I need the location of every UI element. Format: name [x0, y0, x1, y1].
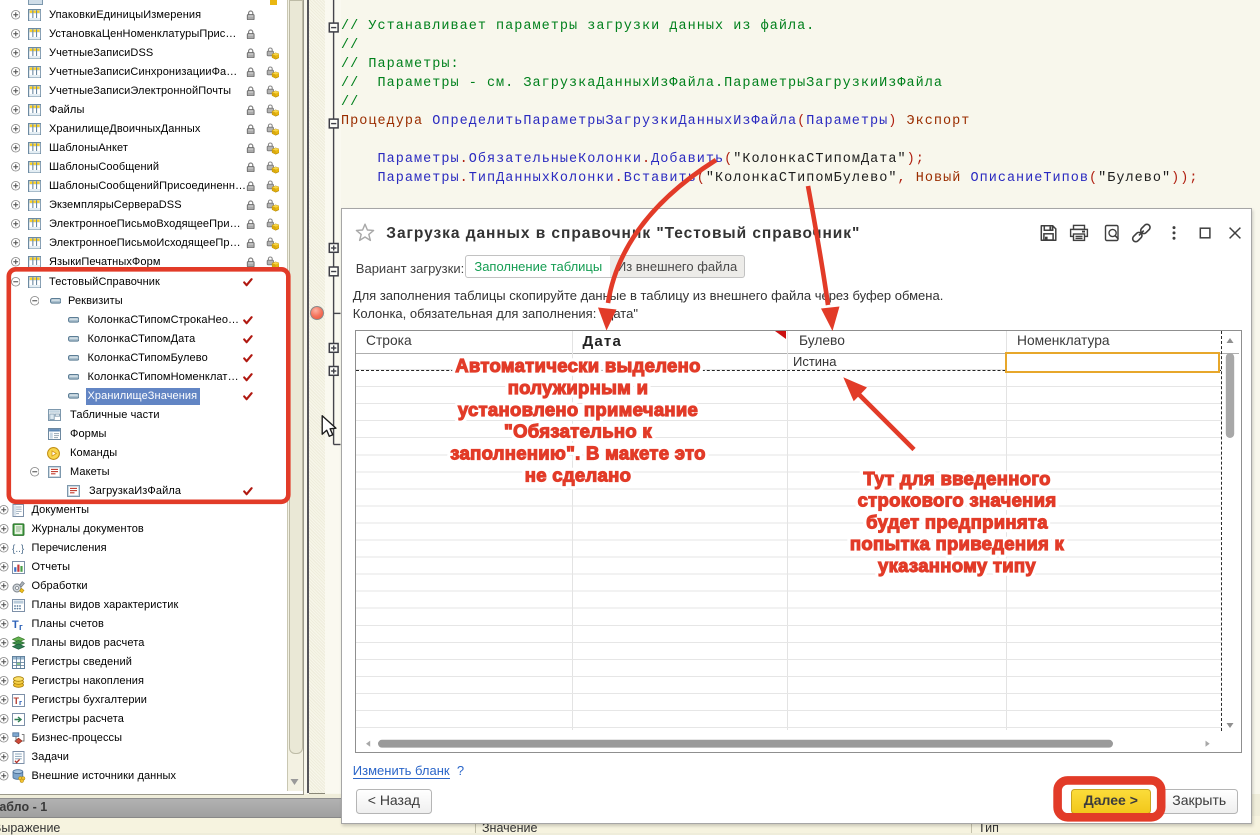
svg-text:полужирным и: полужирным и: [508, 377, 649, 398]
svg-text:Тут для введенного: Тут для введенного: [863, 468, 1050, 489]
svg-text:не сделано: не сделано: [525, 465, 631, 486]
svg-text:строкового значения: строкового значения: [858, 490, 1057, 511]
svg-text:установлено примечание: установлено примечание: [458, 399, 698, 420]
svg-text:Автоматически выделено: Автоматически выделено: [455, 355, 700, 376]
svg-text:попытка приведения к: попытка приведения к: [850, 533, 1065, 554]
svg-text:"Обязательно к: "Обязательно к: [504, 421, 652, 442]
svg-text:указанному типу: указанному типу: [878, 555, 1036, 576]
svg-text:заполнению". В макете это: заполнению". В макете это: [450, 443, 705, 464]
svg-text:будет предпринята: будет предпринята: [866, 511, 1048, 532]
